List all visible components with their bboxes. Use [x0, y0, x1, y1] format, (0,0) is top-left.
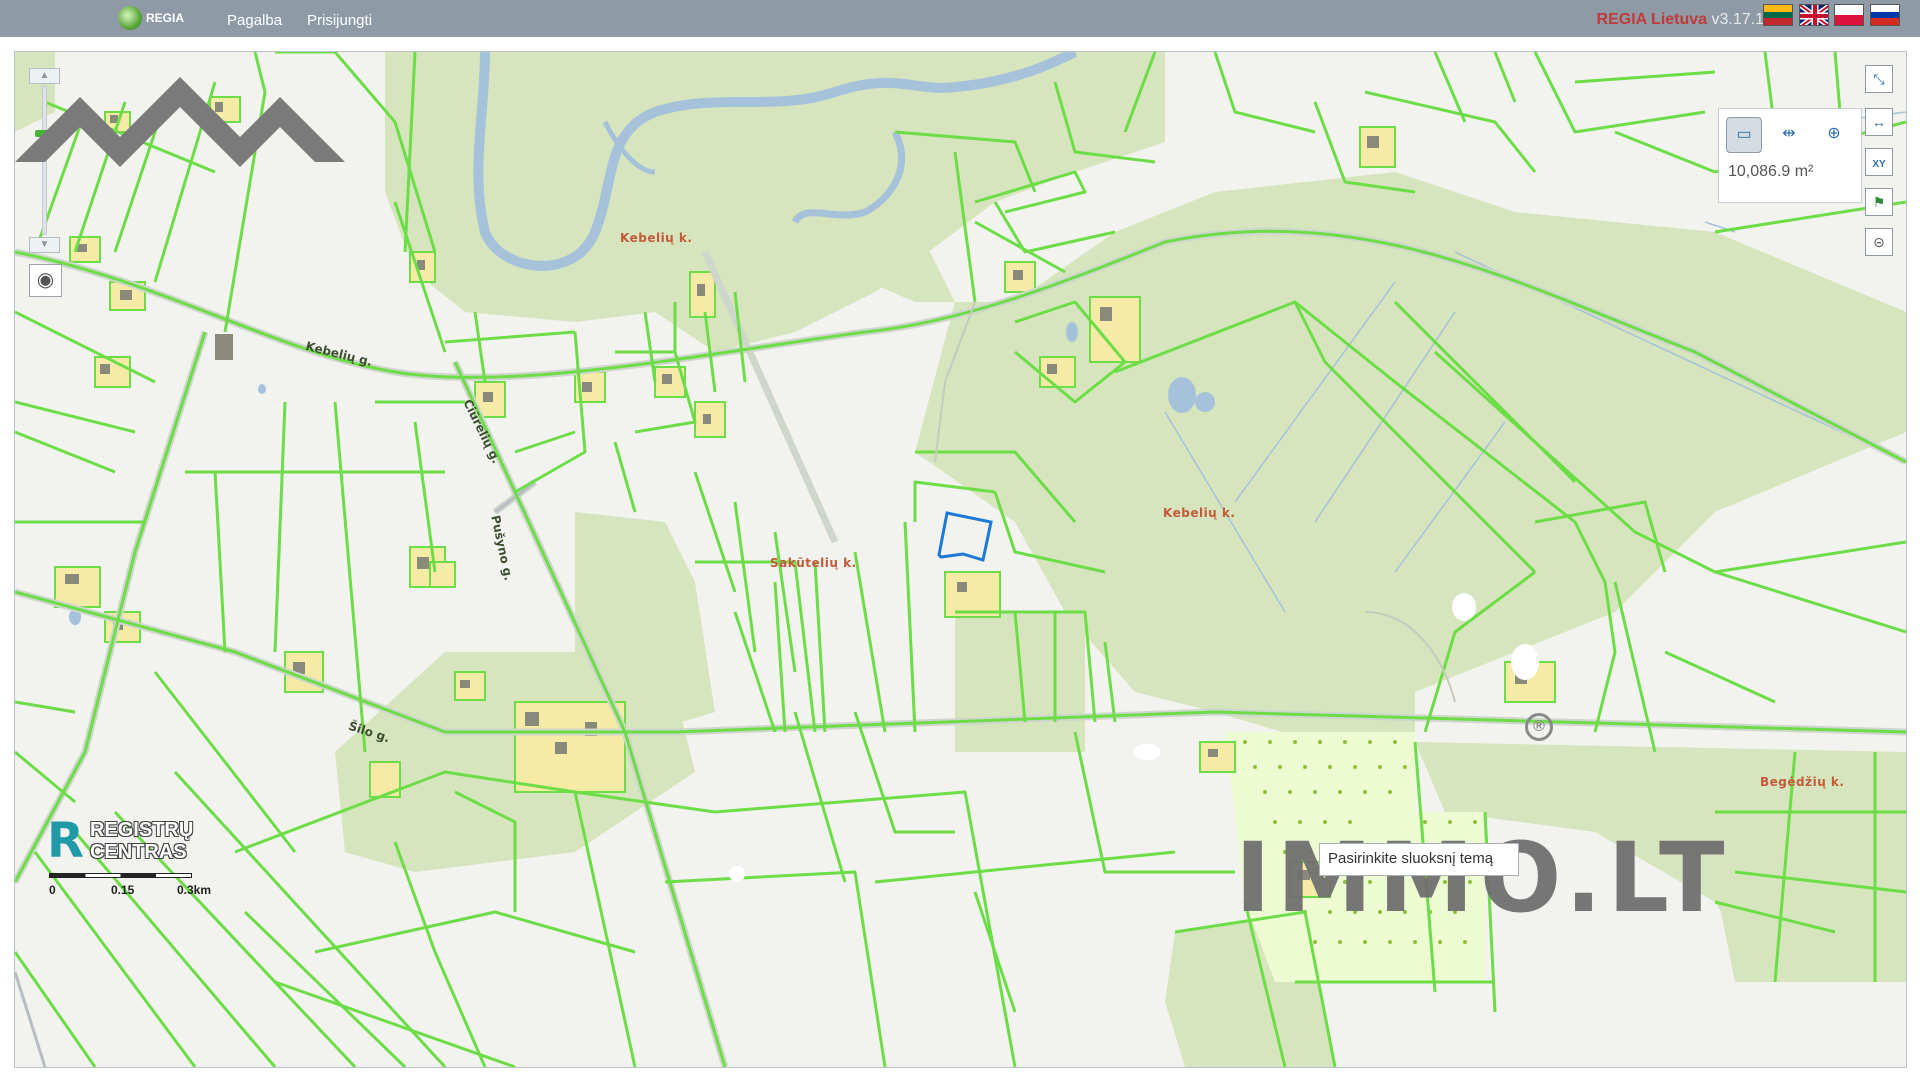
map-canvas[interactable]: Kebelių k. Kebelių k. Sakūtelių k. Begėd…: [14, 51, 1907, 1068]
nav-help-link[interactable]: Pagalba: [227, 12, 282, 29]
measure-tools-button[interactable]: ↔: [1865, 108, 1893, 136]
measure-panel: ▭ ⇹ ⊕ 10,086.9 m²: [1718, 108, 1862, 203]
globe-pin-icon: ⊕: [1827, 125, 1841, 142]
flag-marker-button[interactable]: ⚑: [1865, 188, 1893, 216]
zoom-out-button[interactable]: ▼: [29, 237, 60, 253]
scale-bar: 0 0.15 0.3km: [49, 873, 212, 903]
immo-roof-icon: [15, 77, 345, 167]
place-label-sakuteliu: Sakūtelių k.: [770, 556, 857, 570]
brand-name: REGIA Lietuva: [1596, 11, 1708, 28]
nav-login-link[interactable]: Prisijungti: [307, 12, 372, 29]
point-measure-button[interactable]: ⊕: [1816, 117, 1852, 153]
regia-logo-icon: [118, 6, 142, 30]
layer-search-input[interactable]: Pasirinkite sluoksnį temą: [1319, 843, 1519, 876]
flag-pl-icon[interactable]: [1834, 4, 1864, 26]
rc-mark-icon: R: [47, 813, 84, 869]
crosshair-icon: ◉: [36, 269, 55, 291]
registru-centras-logo: R REGISTRŲ CENTRAS: [47, 813, 194, 869]
area-ruler-icon: ▭: [1736, 126, 1752, 143]
link-icon: ⊝: [1873, 234, 1885, 250]
flag-ru-icon[interactable]: [1870, 4, 1900, 26]
top-bar: REGIA Pagalba Prisijungti REGIA Lietuva …: [0, 0, 1920, 37]
regia-logo-text: REGIA: [146, 11, 185, 25]
regia-logo[interactable]: REGIA: [118, 6, 184, 30]
scale-graphic: [49, 873, 192, 878]
link-button[interactable]: ⊝: [1865, 228, 1893, 256]
flag-icon: ⚑: [1872, 194, 1886, 210]
scale-label-2: 0.3km: [177, 883, 212, 897]
flag-lt-icon[interactable]: [1763, 4, 1793, 26]
immo-watermark-text: IMMO.LT: [1235, 822, 1731, 934]
brand-version: REGIA Lietuva v3.17.1: [1597, 11, 1764, 29]
registered-mark: ®: [1525, 713, 1553, 741]
distance-ruler-icon: ⇹: [1782, 125, 1796, 142]
distance-measure-button[interactable]: ⇹: [1771, 117, 1807, 153]
scale-label-1: 0.15: [111, 883, 135, 897]
place-label-kebeliu-north: Kebelių k.: [620, 231, 693, 245]
coordinates-button[interactable]: XY: [1865, 148, 1893, 176]
scale-label-0: 0: [49, 883, 56, 897]
fullscreen-icon: ⤡: [1873, 71, 1885, 87]
version-label: v3.17.1: [1711, 11, 1764, 28]
area-measure-button[interactable]: ▭: [1726, 117, 1762, 153]
fullscreen-button[interactable]: ⤡: [1865, 65, 1893, 93]
locate-me-button[interactable]: ◉: [29, 264, 62, 297]
ruler-icon: ↔: [1872, 114, 1886, 130]
rc-logo-text: REGISTRŲ CENTRAS: [89, 819, 194, 863]
xy-icon: XY: [1872, 159, 1886, 170]
measure-result: 10,086.9 m²: [1728, 163, 1814, 180]
flag-en-icon[interactable]: [1799, 4, 1829, 26]
place-label-begedziu: Begėdžių k.: [1760, 775, 1845, 789]
place-label-kebeliu-east: Kebelių k.: [1163, 506, 1236, 520]
